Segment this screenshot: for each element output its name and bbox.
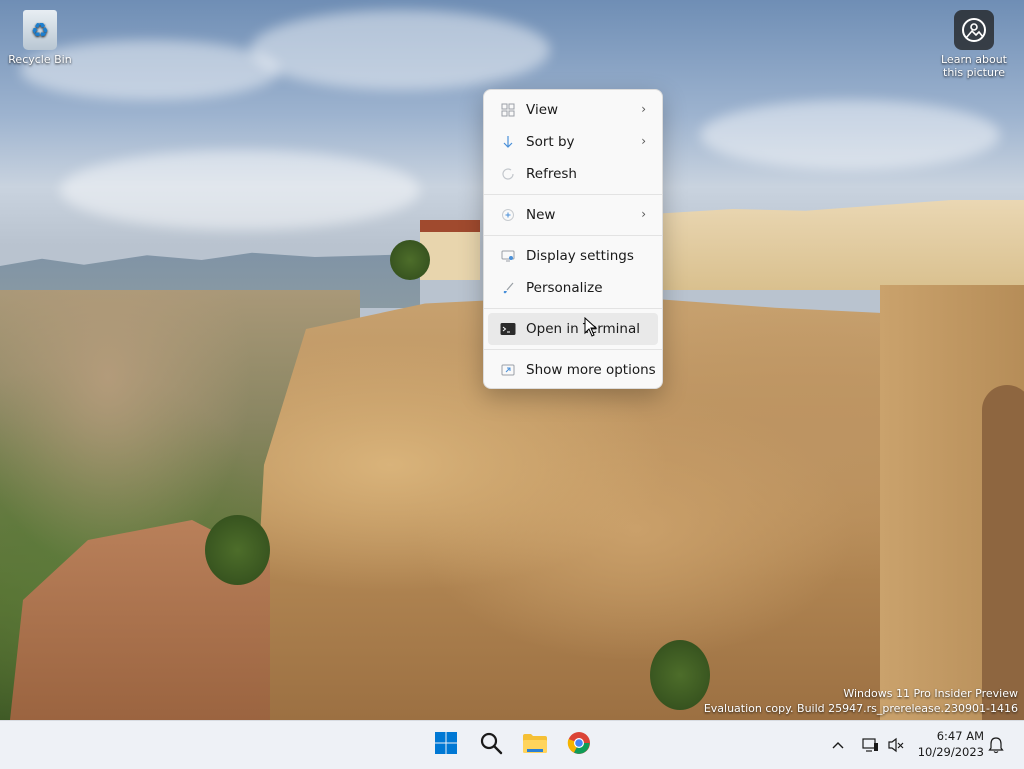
tray-overflow-chevron-up-icon[interactable]	[828, 735, 848, 755]
menu-item-label: New	[526, 207, 556, 223]
chevron-right-icon: ›	[641, 207, 646, 221]
volume-muted-icon[interactable]	[886, 735, 906, 755]
clock-date: 10/29/2023	[917, 745, 984, 759]
menu-item-label: View	[526, 102, 559, 118]
build-watermark: Windows 11 Pro Insider Preview Evaluatio…	[704, 686, 1018, 716]
search-icon	[479, 731, 503, 759]
menu-separator	[484, 349, 662, 350]
desktop-icon-learn-picture[interactable]: Learn about this picture	[934, 10, 1014, 79]
terminal-icon	[500, 321, 516, 337]
windows-start-icon	[434, 731, 458, 759]
taskbar-file-explorer-button[interactable]	[517, 727, 553, 763]
display-icon	[500, 248, 516, 264]
sort-icon	[500, 134, 516, 150]
desktop-context-menu: View › Sort by › Refresh New › Display s…	[483, 89, 663, 389]
view-grid-icon	[500, 102, 516, 118]
menu-separator	[484, 235, 662, 236]
wallpaper-tree	[390, 240, 430, 280]
folder-icon	[522, 732, 548, 758]
taskbar: 6:47 AM 10/29/2023	[0, 720, 1024, 769]
recycle-bin-icon: ♻	[23, 10, 57, 50]
chrome-icon	[567, 731, 591, 759]
menu-separator	[484, 194, 662, 195]
menu-item-new[interactable]: New ›	[488, 199, 658, 231]
notification-bell-icon[interactable]	[986, 735, 1006, 755]
desktop-icon-recycle-bin[interactable]: ♻ Recycle Bin	[0, 10, 80, 66]
wallpaper-tree	[650, 640, 710, 710]
menu-item-view[interactable]: View ›	[488, 94, 658, 126]
clock-time: 6:47 AM	[936, 729, 984, 743]
new-plus-icon	[500, 207, 516, 223]
taskbar-search-button[interactable]	[473, 727, 509, 763]
menu-item-label: Open in Terminal	[526, 321, 640, 337]
menu-item-open-in-terminal[interactable]: Open in Terminal	[488, 313, 658, 345]
menu-item-label: Personalize	[526, 280, 603, 296]
wallpaper-cloud	[700, 100, 1000, 170]
menu-item-show-more-options[interactable]: Show more options	[488, 354, 658, 386]
chevron-right-icon: ›	[641, 102, 646, 116]
wallpaper-bridge-arch	[982, 385, 1024, 720]
desktop-icon-label: Recycle Bin	[8, 53, 72, 66]
taskbar-start-button[interactable]	[428, 727, 464, 763]
menu-item-label: Refresh	[526, 166, 577, 182]
wallpaper-cloud	[250, 10, 550, 90]
menu-item-label: Sort by	[526, 134, 575, 150]
more-options-icon	[500, 362, 516, 378]
menu-item-refresh[interactable]: Refresh	[488, 158, 658, 190]
mouse-cursor-icon	[584, 316, 598, 341]
watermark-line-build: Evaluation copy. Build 25947.rs_prerelea…	[703, 702, 1018, 715]
menu-item-display-settings[interactable]: Display settings	[488, 240, 658, 272]
camera-icon	[954, 10, 994, 50]
refresh-icon	[500, 166, 516, 182]
menu-item-sort-by[interactable]: Sort by ›	[488, 126, 658, 158]
wallpaper-town	[660, 200, 1024, 290]
wallpaper-tree	[205, 515, 270, 585]
brush-icon	[500, 280, 516, 296]
taskbar-chrome-button[interactable]	[561, 727, 597, 763]
menu-item-label: Show more options	[526, 362, 656, 378]
menu-separator	[484, 308, 662, 309]
desktop-icon-label: Learn about this picture	[941, 53, 1007, 79]
taskbar-clock[interactable]: 6:47 AM 10/29/2023	[918, 728, 984, 760]
menu-item-personalize[interactable]: Personalize	[488, 272, 658, 304]
chevron-right-icon: ›	[641, 134, 646, 148]
watermark-line-edition: Windows 11 Pro Insider Preview	[843, 687, 1018, 700]
wallpaper-house	[420, 220, 480, 280]
menu-item-label: Display settings	[526, 248, 634, 264]
network-icon[interactable]	[860, 735, 880, 755]
wallpaper-cloud	[60, 150, 420, 230]
